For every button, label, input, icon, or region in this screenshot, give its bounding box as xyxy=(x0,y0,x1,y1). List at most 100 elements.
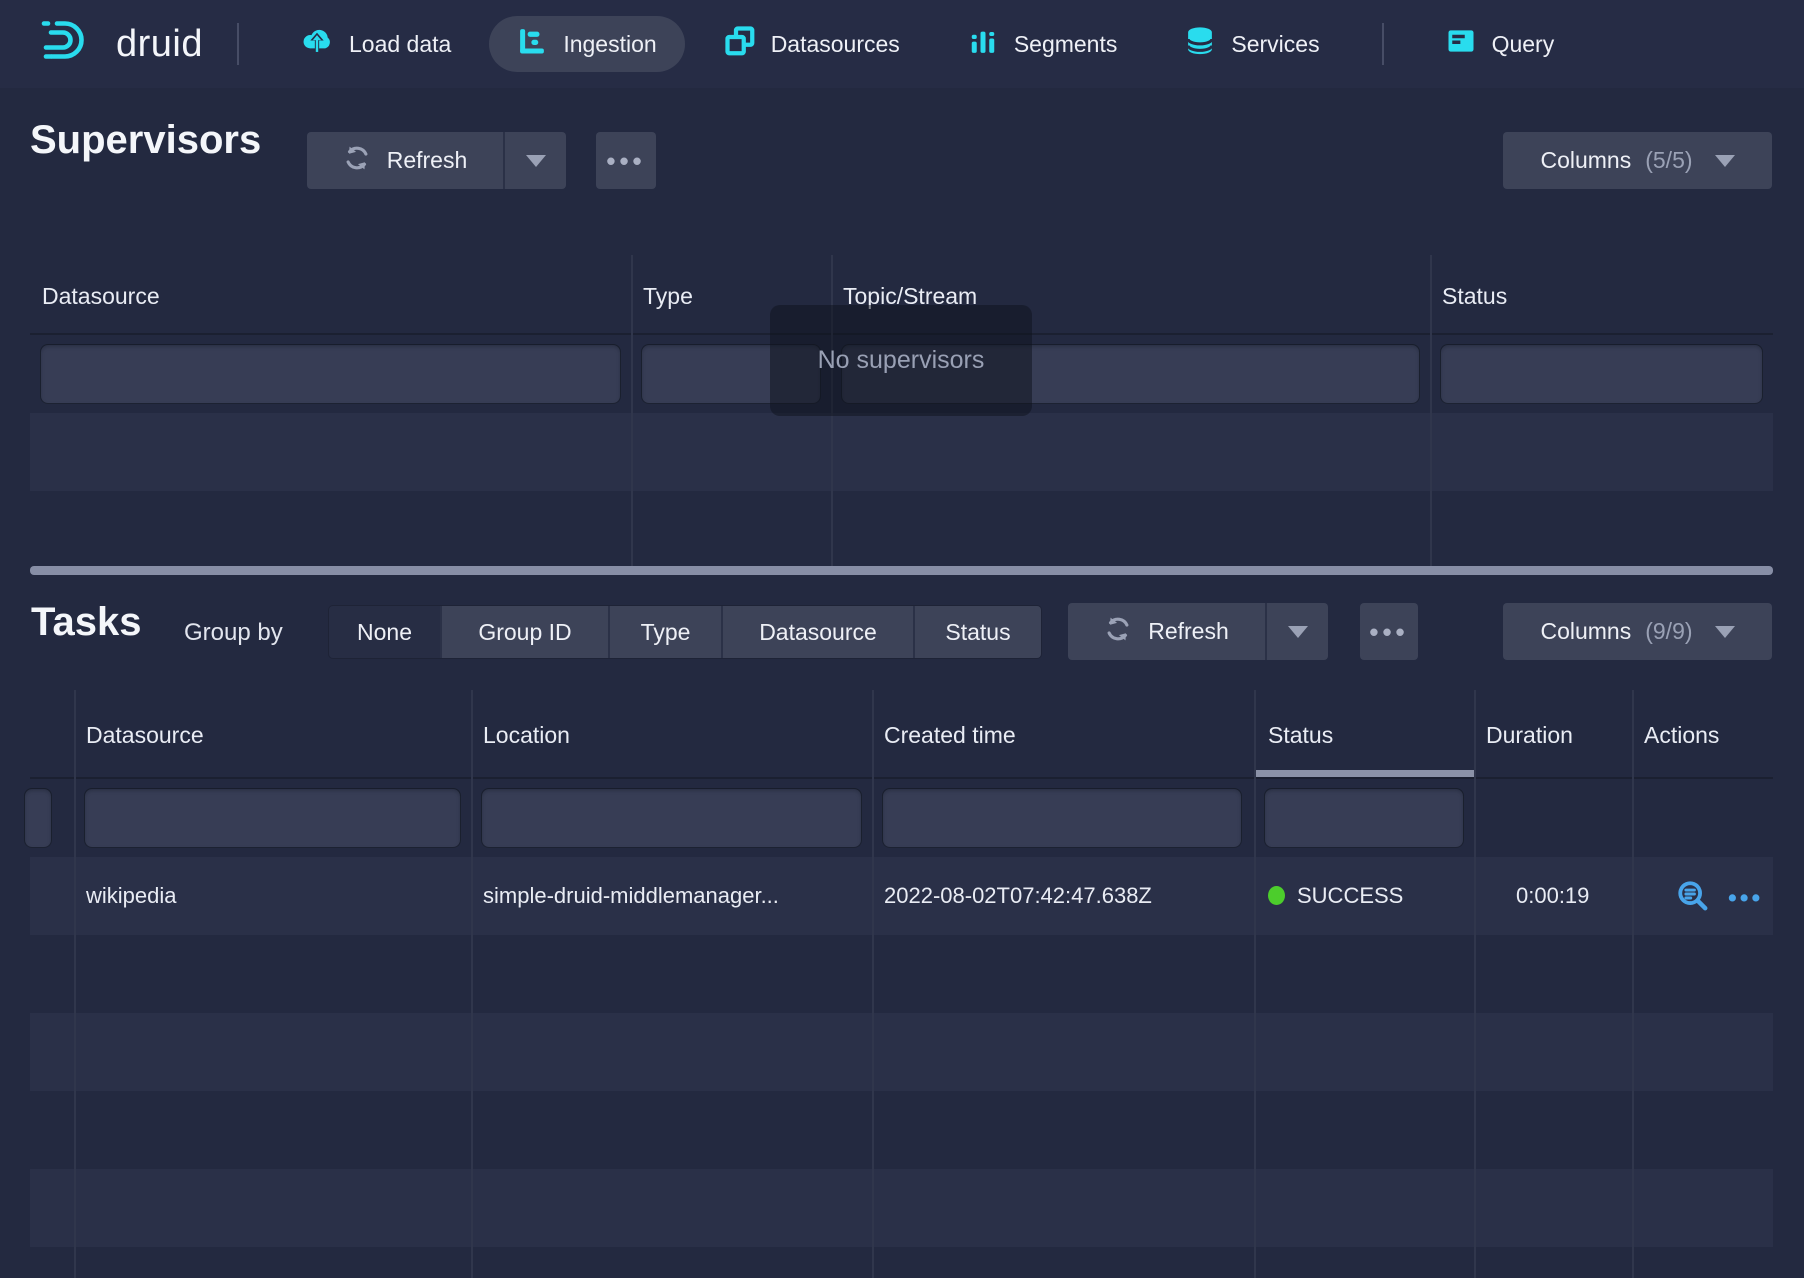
task-status: SUCCESS xyxy=(1268,883,1403,909)
created-time-filter-input[interactable] xyxy=(882,788,1242,848)
column-header-duration[interactable]: Duration xyxy=(1486,722,1573,749)
nav-item-ingestion[interactable]: Ingestion xyxy=(489,16,684,72)
empty-table-row xyxy=(30,491,1773,569)
supervisors-title: Supervisors xyxy=(30,118,261,163)
bar-chart-icon xyxy=(968,26,998,62)
group-by-type-button[interactable]: Type xyxy=(610,606,723,658)
empty-table-row xyxy=(30,1091,1773,1169)
refresh-icon xyxy=(1104,615,1132,649)
column-header-status[interactable]: Status xyxy=(1268,722,1333,749)
columns-label: Columns xyxy=(1540,618,1631,645)
nav-item-label: Segments xyxy=(1014,31,1118,58)
nav-item-segments[interactable]: Segments xyxy=(940,16,1146,72)
nav-divider xyxy=(237,23,239,65)
tasks-table-header: Datasource Location Created time Status … xyxy=(30,690,1773,779)
tasks-refresh-button[interactable]: Refresh xyxy=(1068,603,1265,660)
group-by-label: Group by xyxy=(184,619,283,647)
column-header-type[interactable]: Type xyxy=(643,283,693,310)
task-more-actions-icon[interactable]: ••• xyxy=(1728,884,1763,913)
status-filter-input[interactable] xyxy=(1264,788,1464,848)
task-datasource: wikipedia xyxy=(86,883,177,909)
tasks-title: Tasks xyxy=(31,600,141,645)
column-divider xyxy=(1254,690,1256,1278)
column-header-actions[interactable]: Actions xyxy=(1644,722,1719,749)
task-duration: 0:00:19 xyxy=(1516,883,1589,909)
column-header-created-time[interactable]: Created time xyxy=(884,722,1016,749)
upload-cloud-icon xyxy=(301,25,333,63)
group-by-segmented-control: None Group ID Type Datasource Status xyxy=(329,606,1041,658)
druid-console: druid Load data xyxy=(0,0,1804,1278)
database-icon xyxy=(1185,26,1215,62)
empty-table-row xyxy=(30,935,1773,1013)
supervisors-refresh-dropdown[interactable] xyxy=(503,132,566,189)
horizontal-scrollbar[interactable] xyxy=(30,566,1773,575)
nav-item-load-data[interactable]: Load data xyxy=(273,16,479,72)
brand-name: druid xyxy=(116,23,203,66)
search-details-icon[interactable] xyxy=(1676,879,1710,918)
no-supervisors-overlay: No supervisors xyxy=(770,305,1032,416)
chevron-down-icon xyxy=(1288,626,1308,638)
chevron-down-icon xyxy=(526,155,546,167)
columns-count: (9/9) xyxy=(1645,618,1692,645)
tasks-refresh-dropdown[interactable] xyxy=(1265,603,1328,660)
supervisors-refresh-button[interactable]: Refresh xyxy=(307,132,503,189)
nav-item-label: Services xyxy=(1231,31,1319,58)
nav-item-label: Datasources xyxy=(771,31,900,58)
location-filter-input[interactable] xyxy=(481,788,862,848)
supervisors-more-button[interactable]: ••• xyxy=(596,132,656,189)
columns-count: (5/5) xyxy=(1645,147,1692,174)
more-icon: ••• xyxy=(606,148,645,174)
refresh-label: Refresh xyxy=(1148,618,1229,645)
more-icon: ••• xyxy=(1369,619,1408,645)
nav-item-label: Load data xyxy=(349,31,451,58)
chevron-down-icon xyxy=(1715,155,1735,167)
group-by-group-id-button[interactable]: Group ID xyxy=(442,606,610,658)
nav-item-datasources[interactable]: Datasources xyxy=(697,16,928,72)
task-status-label: SUCCESS xyxy=(1297,883,1403,908)
nav-item-services[interactable]: Services xyxy=(1157,16,1347,72)
task-actions: ••• xyxy=(1676,879,1763,918)
top-nav: druid Load data xyxy=(0,0,1804,88)
datasource-filter-input[interactable] xyxy=(40,344,621,404)
druid-logo-icon xyxy=(38,18,102,70)
column-divider xyxy=(872,690,874,1278)
refresh-label: Refresh xyxy=(387,147,468,174)
task-id-filter-input[interactable] xyxy=(24,788,52,848)
tasks-more-button[interactable]: ••• xyxy=(1360,603,1418,660)
supervisors-columns-button[interactable]: Columns (5/5) xyxy=(1503,132,1772,189)
group-by-datasource-button[interactable]: Datasource xyxy=(723,606,915,658)
nav-divider xyxy=(1382,23,1384,65)
column-divider xyxy=(471,690,473,1278)
nav-item-label: Query xyxy=(1492,31,1555,58)
empty-table-row xyxy=(30,1169,1773,1247)
datasource-filter-input[interactable] xyxy=(84,788,461,848)
task-row-wikipedia[interactable]: wikipedia simple-druid-middlemanager... … xyxy=(30,857,1773,935)
tasks-columns-button[interactable]: Columns (9/9) xyxy=(1503,603,1772,660)
empty-table-row xyxy=(30,413,1773,491)
column-divider xyxy=(74,690,76,1278)
druid-logo[interactable]: druid xyxy=(38,18,203,70)
column-header-datasource[interactable]: Datasource xyxy=(42,283,160,310)
column-divider xyxy=(631,255,633,569)
chevron-down-icon xyxy=(1715,626,1735,638)
nav-item-label: Ingestion xyxy=(563,31,656,58)
gantt-chart-icon xyxy=(517,26,547,62)
column-header-location[interactable]: Location xyxy=(483,722,570,749)
task-location: simple-druid-middlemanager... xyxy=(483,883,861,909)
column-header-datasource[interactable]: Datasource xyxy=(86,722,204,749)
tasks-filter-row xyxy=(30,779,1773,857)
console-icon xyxy=(1446,26,1476,62)
empty-table-row xyxy=(30,1247,1773,1278)
stacked-layers-icon xyxy=(725,26,755,62)
column-divider xyxy=(1632,690,1634,1278)
refresh-icon xyxy=(343,144,371,178)
empty-message: No supervisors xyxy=(818,346,985,375)
column-divider xyxy=(1430,255,1432,569)
success-status-dot xyxy=(1268,886,1285,905)
group-by-none-button[interactable]: None xyxy=(329,606,442,658)
group-by-status-button[interactable]: Status xyxy=(915,606,1041,658)
column-header-status[interactable]: Status xyxy=(1442,283,1507,310)
nav-item-query[interactable]: Query xyxy=(1418,16,1583,72)
column-divider xyxy=(1474,690,1476,1278)
status-filter-input[interactable] xyxy=(1440,344,1763,404)
